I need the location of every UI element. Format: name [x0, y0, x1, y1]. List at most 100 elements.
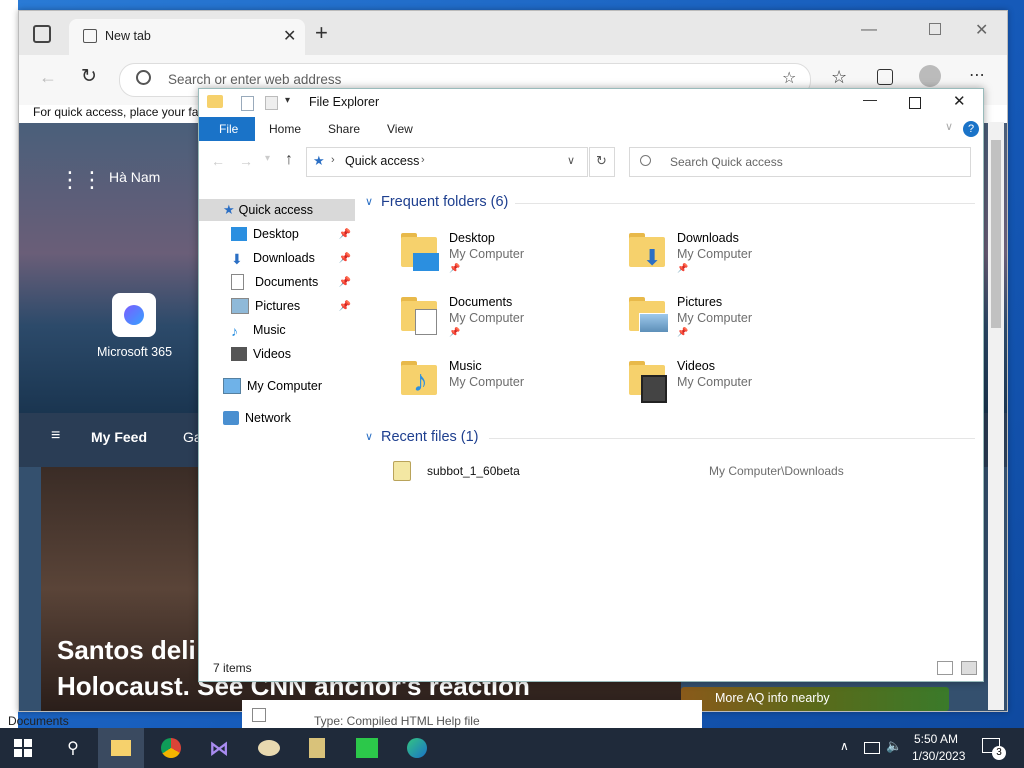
ribbon-tab-view[interactable]: View — [387, 122, 413, 136]
nav-music[interactable]: ♪ Music — [199, 319, 355, 341]
maximize-icon[interactable] — [929, 23, 941, 35]
details-view-icon[interactable] — [937, 661, 953, 675]
add-favorite-icon[interactable]: ☆ — [782, 68, 796, 88]
nav-back-icon[interactable]: ← — [211, 153, 225, 169]
action-center-button[interactable]: 3 — [980, 736, 1006, 760]
network-tray-icon[interactable] — [864, 742, 880, 754]
aq-info-button[interactable]: More AQ info nearby — [681, 687, 949, 711]
aq-info-label: More AQ info nearby — [715, 691, 830, 705]
search-icon — [136, 70, 151, 85]
nav-videos[interactable]: Videos — [199, 343, 355, 365]
nav-network[interactable]: Network — [199, 407, 355, 429]
nav-quick-access[interactable]: ★ Quick access — [199, 199, 355, 221]
windows-logo-icon — [14, 739, 32, 757]
nav-desktop[interactable]: Desktop 📌 — [199, 223, 355, 245]
pin-icon: 📌 — [449, 327, 461, 337]
favorites-hint: For quick access, place your fa — [33, 105, 199, 119]
headline-line-1[interactable]: Santos deli — [57, 635, 196, 666]
navigation-pane: ★ Quick access Desktop 📌 ⬇ Downloads 📌 D… — [199, 199, 357, 649]
network-icon — [223, 411, 239, 425]
folder-documents[interactable]: Documents My Computer 📌 — [401, 287, 621, 347]
row-checkbox[interactable] — [252, 708, 266, 722]
breadcrumb-chevron-2-icon[interactable]: › — [421, 154, 425, 166]
breadcrumb-quick-access[interactable]: Quick access — [345, 154, 419, 168]
pin-icon[interactable]: 📌 — [339, 253, 351, 264]
new-tab-plus-icon[interactable]: + — [315, 20, 328, 46]
show-hidden-icons-icon[interactable]: ∧ — [840, 739, 849, 753]
refresh-icon[interactable]: ↻ — [81, 65, 97, 88]
scrollbar-thumb[interactable] — [991, 140, 1001, 328]
address-dropdown-icon[interactable]: ∨ — [567, 154, 575, 167]
taskbar-paint[interactable] — [246, 728, 292, 768]
taskbar-search-button[interactable]: ⚲ — [50, 728, 96, 768]
recent-file-row[interactable]: subbot_1_60beta My Computer\Downloads — [389, 459, 975, 483]
recent-collapse-chevron-icon[interactable]: ∨ — [365, 430, 373, 443]
clock-time[interactable]: 5:50 AM — [914, 732, 958, 746]
refresh-button[interactable]: ↻ — [589, 147, 615, 177]
quick-toolbar-dropdown-icon[interactable]: ▾ — [285, 95, 290, 106]
taskbar-edge[interactable] — [394, 728, 440, 768]
pin-icon[interactable]: 📌 — [339, 277, 351, 288]
menu-icon[interactable]: ≡ — [51, 427, 60, 445]
nav-pictures[interactable]: Pictures 📌 — [199, 295, 355, 317]
recent-locations-icon[interactable]: ▾ — [265, 153, 270, 164]
more-options-icon[interactable]: ⋯ — [969, 65, 985, 85]
back-arrow-icon[interactable]: ← — [39, 67, 57, 88]
folder-music[interactable]: ♪ Music My Computer — [401, 351, 621, 411]
paint-palette-icon — [258, 740, 280, 756]
ribbon-tab-share[interactable]: Share — [328, 122, 360, 136]
nav-my-computer[interactable]: My Computer — [199, 375, 355, 397]
close-window-icon[interactable]: ✕ — [975, 20, 988, 40]
weather-location[interactable]: Hà Nam — [109, 169, 160, 185]
nav-forward-icon[interactable]: → — [239, 153, 253, 169]
volume-icon[interactable]: 🔈 — [886, 738, 902, 754]
folder-desktop[interactable]: Desktop My Computer 📌 — [401, 223, 621, 283]
explorer-minimize-icon[interactable]: — — [863, 91, 877, 107]
folder-downloads[interactable]: ⬇ Downloads My Computer 📌 — [629, 223, 849, 283]
frequent-collapse-chevron-icon[interactable]: ∨ — [365, 195, 373, 208]
newtab-page-icon — [83, 29, 97, 43]
taskbar-chrome[interactable] — [148, 728, 194, 768]
tab-new-tab[interactable]: New tab ✕ — [69, 19, 305, 55]
explorer-status-bar: 7 items — [199, 657, 983, 681]
profile-avatar[interactable] — [919, 65, 941, 87]
up-icon[interactable]: ↑ — [285, 151, 293, 169]
favorites-icon[interactable]: ☆ — [831, 67, 847, 88]
taskbar-visual-studio[interactable]: ⋈ — [196, 728, 242, 768]
ribbon-tab-file[interactable]: File — [199, 117, 255, 141]
close-tab-icon[interactable]: ✕ — [283, 26, 296, 46]
expand-ribbon-icon[interactable]: ∨ — [945, 120, 953, 133]
taskbar-bot-app[interactable] — [344, 728, 390, 768]
nav-documents[interactable]: Documents 📌 — [199, 271, 355, 293]
properties-icon[interactable] — [241, 96, 254, 111]
tab-actions-icon[interactable] — [33, 25, 51, 43]
help-icon[interactable]: ? — [963, 121, 979, 137]
collections-icon[interactable] — [877, 69, 893, 85]
refresh-explorer-icon: ↻ — [596, 153, 607, 168]
taskbar-archive[interactable] — [294, 728, 340, 768]
large-icons-view-icon[interactable] — [961, 661, 977, 675]
pin-icon[interactable]: 📌 — [339, 229, 351, 240]
search-quick-access-input[interactable]: Search Quick access — [629, 147, 971, 177]
minimize-icon[interactable]: — — [861, 21, 877, 39]
feed-tab-my-feed[interactable]: My Feed — [91, 429, 147, 445]
browser-scrollbar[interactable] — [988, 122, 1004, 710]
ribbon-tab-home[interactable]: Home — [269, 122, 301, 136]
background-window-edge — [0, 0, 18, 728]
pin-icon[interactable]: 📌 — [339, 301, 351, 312]
explorer-maximize-icon[interactable] — [909, 97, 921, 109]
folder-videos[interactable]: Videos My Computer — [629, 351, 849, 411]
nav-downloads[interactable]: ⬇ Downloads 📌 — [199, 247, 355, 269]
microsoft-365-icon[interactable] — [112, 293, 156, 337]
folder-pictures[interactable]: Pictures My Computer 📌 — [629, 287, 849, 347]
search-placeholder: Search Quick access — [670, 155, 783, 169]
apps-launcher-icon[interactable]: ⋮⋮ — [59, 167, 103, 193]
start-button[interactable] — [0, 728, 46, 768]
explorer-close-icon[interactable]: ✕ — [953, 92, 966, 110]
address-breadcrumb[interactable]: ★ › Quick access › ∨ — [306, 147, 588, 177]
clock-date[interactable]: 1/30/2023 — [912, 749, 965, 763]
taskbar-file-explorer[interactable] — [98, 728, 144, 768]
new-folder-icon[interactable] — [265, 96, 278, 110]
frequent-folders-header[interactable]: Frequent folders (6) — [381, 194, 508, 210]
recent-files-header[interactable]: Recent files (1) — [381, 429, 479, 445]
